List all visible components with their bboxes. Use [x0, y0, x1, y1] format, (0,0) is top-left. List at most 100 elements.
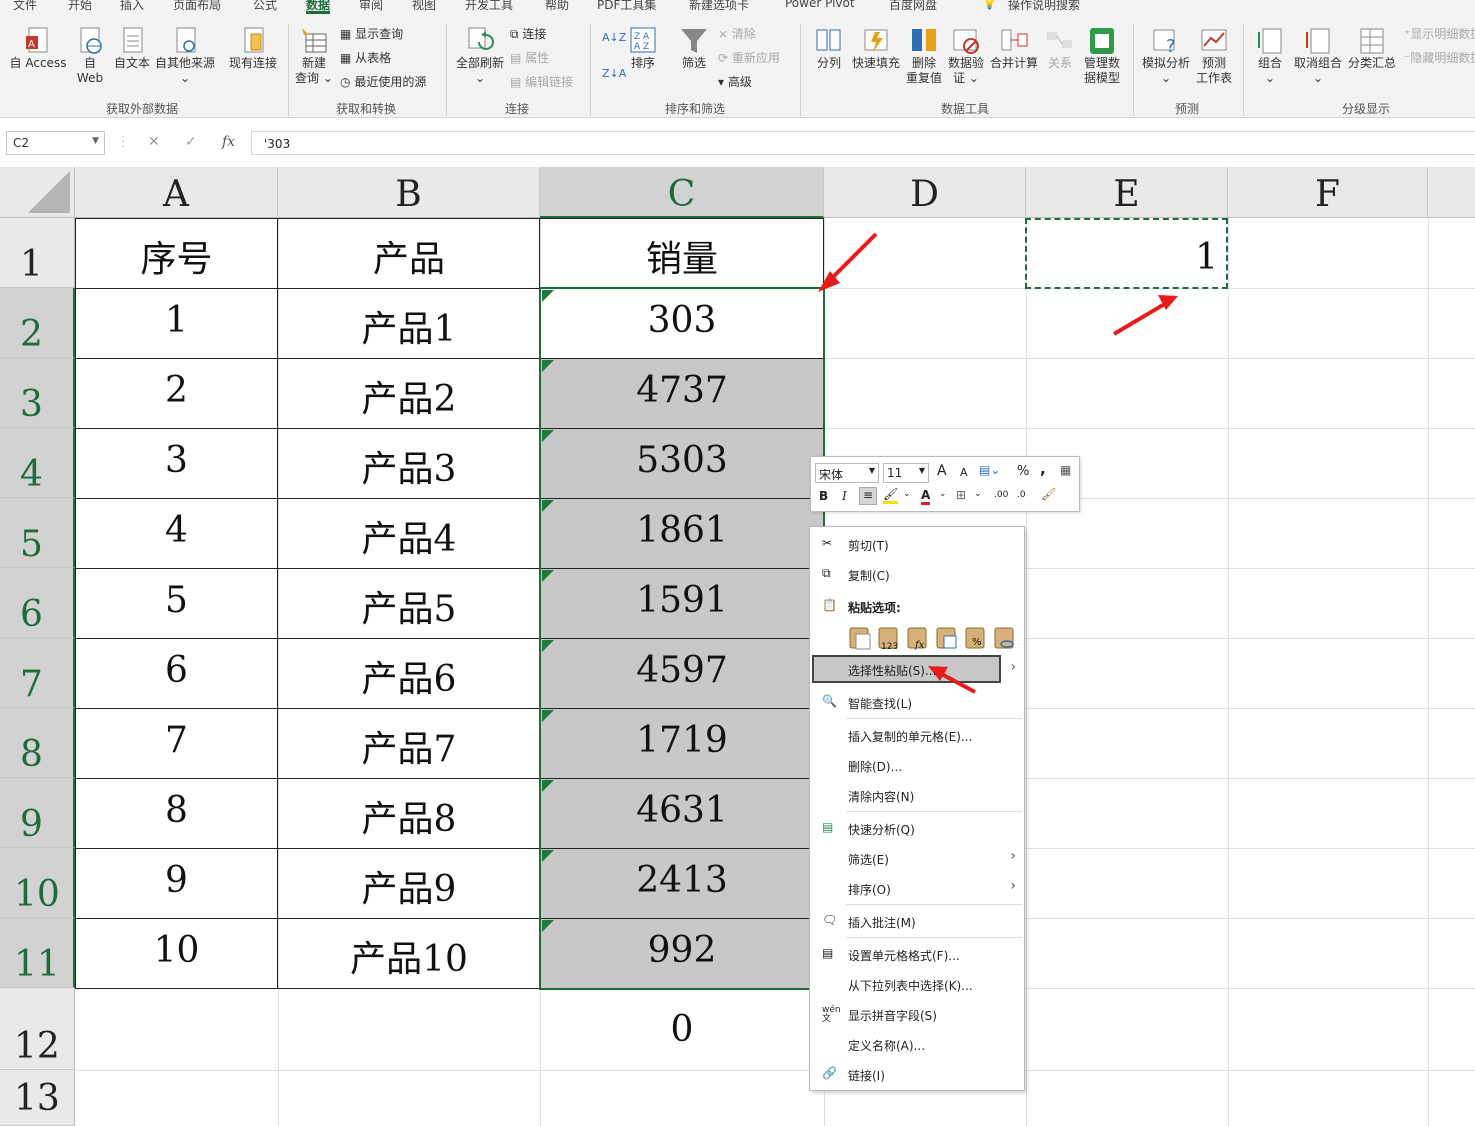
hide-detail-button[interactable]: ⁻隐藏明细数据 — [1404, 51, 1475, 66]
row-header-13[interactable]: 13 — [0, 1070, 75, 1126]
row-header-2[interactable]: 2 — [0, 288, 75, 358]
cell-a9[interactable]: 8 — [75, 790, 278, 831]
cell-a11[interactable]: 10 — [75, 930, 278, 971]
edit-links-button[interactable]: ▤ 编辑链接 — [510, 75, 573, 90]
row-header-6[interactable]: 6 — [0, 568, 75, 638]
existing-connections-button[interactable]: 现有连接 — [225, 26, 281, 71]
row-header-10[interactable]: 10 — [0, 848, 75, 918]
menu-item-define-name[interactable]: 定义名称(A)... — [810, 1030, 1024, 1058]
cell-a8[interactable]: 7 — [75, 720, 278, 761]
menu-item-paste-special[interactable]: 选择性粘贴(S)... › — [810, 655, 1024, 683]
paste-icon[interactable] — [848, 625, 872, 651]
row-header-8[interactable]: 8 — [0, 708, 75, 778]
font-name-dropdown[interactable]: 宋体 ▼ — [815, 463, 879, 483]
italic-icon[interactable]: I — [842, 489, 847, 503]
cell-e1[interactable]: 1 — [1026, 237, 1218, 278]
cell-a1[interactable]: 序号 — [75, 230, 278, 282]
grow-font-icon[interactable]: A — [937, 463, 947, 479]
flash-fill-button[interactable]: 快速填充 — [850, 26, 902, 71]
chevron-down-icon[interactable]: ⌄ — [974, 489, 982, 499]
tell-me-search[interactable]: 操作说明搜索 — [1008, 0, 1080, 13]
row-header-4[interactable]: 4 — [0, 428, 75, 498]
chevron-down-icon[interactable]: ⌄ — [939, 489, 947, 499]
clear-filter-button[interactable]: ⨯ 清除 — [718, 27, 756, 42]
tab-insert[interactable]: 插入 — [120, 0, 144, 13]
menu-item-copy[interactable]: ⧉ 复制(C) — [810, 560, 1024, 588]
row-header-1[interactable]: 1 — [0, 218, 75, 288]
menu-item-quick-analysis[interactable]: ▤ 快速分析(Q) — [810, 814, 1024, 842]
advanced-filter-button[interactable]: ▾ 高级 — [718, 75, 752, 90]
from-other-sources-button[interactable]: 自其他来源 ⌄ — [153, 26, 217, 86]
cell-b5[interactable]: 产品4 — [278, 510, 540, 562]
worksheet-grid[interactable]: A B C D E F 1 2 3 4 5 6 7 8 9 10 11 12 1… — [0, 167, 1475, 1126]
tab-power-pivot[interactable]: Power Pivot — [785, 0, 855, 10]
percent-style-icon[interactable]: % — [1017, 464, 1029, 479]
fill-color-icon[interactable]: 🖌 — [883, 487, 899, 504]
tab-data[interactable]: 数据 — [306, 0, 331, 14]
recent-sources-button[interactable]: ◷ 最近使用的源 — [340, 75, 426, 90]
comma-style-icon[interactable]: , — [1040, 460, 1046, 478]
column-header-g[interactable] — [1428, 167, 1475, 218]
subtotal-button[interactable]: 分类汇总 — [1346, 26, 1398, 71]
cell-c12[interactable]: 0 — [540, 1009, 824, 1050]
column-header-b[interactable]: B — [278, 167, 540, 218]
menu-item-format-cells[interactable]: ▤ 设置单元格格式(F)... — [810, 940, 1024, 968]
tab-developer[interactable]: 开发工具 — [465, 0, 513, 13]
cell-b8[interactable]: 产品7 — [278, 720, 540, 772]
name-box[interactable]: C2 ▼ — [6, 131, 105, 155]
menu-item-clear-contents[interactable]: 清除内容(N) — [810, 781, 1024, 809]
decrease-decimal-icon[interactable]: .0 — [1017, 490, 1026, 500]
column-header-f[interactable]: F — [1228, 167, 1428, 218]
menu-item-sort[interactable]: 排序(O) › — [810, 874, 1024, 902]
filter-button[interactable]: 筛选 — [676, 26, 712, 71]
sort-button[interactable]: Z AA Z 排序 — [624, 26, 662, 71]
column-header-d[interactable]: D — [824, 167, 1026, 218]
menu-item-cut[interactable]: ✂ 剪切(T) — [810, 530, 1024, 558]
relationships-button[interactable]: 关系 — [1043, 26, 1077, 71]
chevron-down-icon[interactable]: ⌄ — [903, 489, 911, 499]
cancel-icon[interactable]: ✕ — [148, 134, 160, 150]
paste-formatting-icon[interactable]: % — [964, 625, 988, 651]
tab-help[interactable]: 帮助 — [545, 0, 569, 13]
borders-icon[interactable]: ⊞ — [956, 488, 966, 502]
remove-duplicates-button[interactable]: 删除 重复值 — [905, 26, 943, 86]
cell-a7[interactable]: 6 — [75, 650, 278, 691]
cell-c1[interactable]: 销量 — [540, 230, 824, 282]
menu-item-insert-copied[interactable]: 插入复制的单元格(E)... — [810, 721, 1024, 749]
paste-link-icon[interactable] — [993, 625, 1017, 651]
paste-transpose-icon[interactable] — [935, 625, 959, 651]
cell-a10[interactable]: 9 — [75, 860, 278, 901]
consolidate-button[interactable]: 合并计算 — [988, 26, 1040, 71]
new-query-button[interactable]: 新建 查询 ⌄ — [294, 26, 334, 86]
cell-a5[interactable]: 4 — [75, 510, 278, 551]
sort-desc-button[interactable]: Z↓A — [602, 66, 626, 81]
show-detail-button[interactable]: ⁺显示明细数据 — [1404, 27, 1475, 42]
menu-item-link[interactable]: 🔗 链接(I) — [810, 1060, 1024, 1088]
cell-b10[interactable]: 产品9 — [278, 860, 540, 912]
tab-pdf-tools[interactable]: PDF工具集 — [597, 0, 656, 13]
cell-b11[interactable]: 产品10 — [278, 930, 540, 982]
refresh-all-button[interactable]: 全部刷新 ⌄ — [454, 26, 506, 86]
cell-b3[interactable]: 产品2 — [278, 370, 540, 422]
row-header-7[interactable]: 7 — [0, 638, 75, 708]
menu-item-insert-comment[interactable]: 🗨 插入批注(M) — [810, 907, 1024, 935]
row-header-9[interactable]: 9 — [0, 778, 75, 848]
row-header-12[interactable]: 12 — [0, 988, 75, 1070]
row-header-3[interactable]: 3 — [0, 358, 75, 428]
menu-item-smart-lookup[interactable]: 🔍 智能查找(L) — [810, 688, 1024, 716]
shrink-font-icon[interactable]: A — [960, 466, 968, 479]
font-size-dropdown[interactable]: 11 ▼ — [883, 463, 929, 483]
enter-icon[interactable]: ✓ — [185, 134, 197, 150]
menu-item-pick-from-list[interactable]: 从下拉列表中选择(K)... — [810, 970, 1024, 998]
group-button[interactable]: 组合 ⌄ — [1252, 26, 1288, 86]
from-text-button[interactable]: 自文本 — [112, 26, 152, 71]
font-color-icon[interactable]: A — [921, 488, 931, 505]
tab-baidu-netdisk[interactable]: 百度网盘 — [889, 0, 937, 13]
tab-new-tab[interactable]: 新建选项卡 — [689, 0, 749, 13]
data-validation-button[interactable]: 数据验 证 ⌄ — [946, 26, 986, 86]
from-web-button[interactable]: 自 Web — [73, 26, 107, 86]
paste-values-icon[interactable]: 123 — [877, 625, 901, 652]
cell-b7[interactable]: 产品6 — [278, 650, 540, 702]
column-header-a[interactable]: A — [75, 167, 278, 218]
column-header-e[interactable]: E — [1026, 167, 1228, 218]
